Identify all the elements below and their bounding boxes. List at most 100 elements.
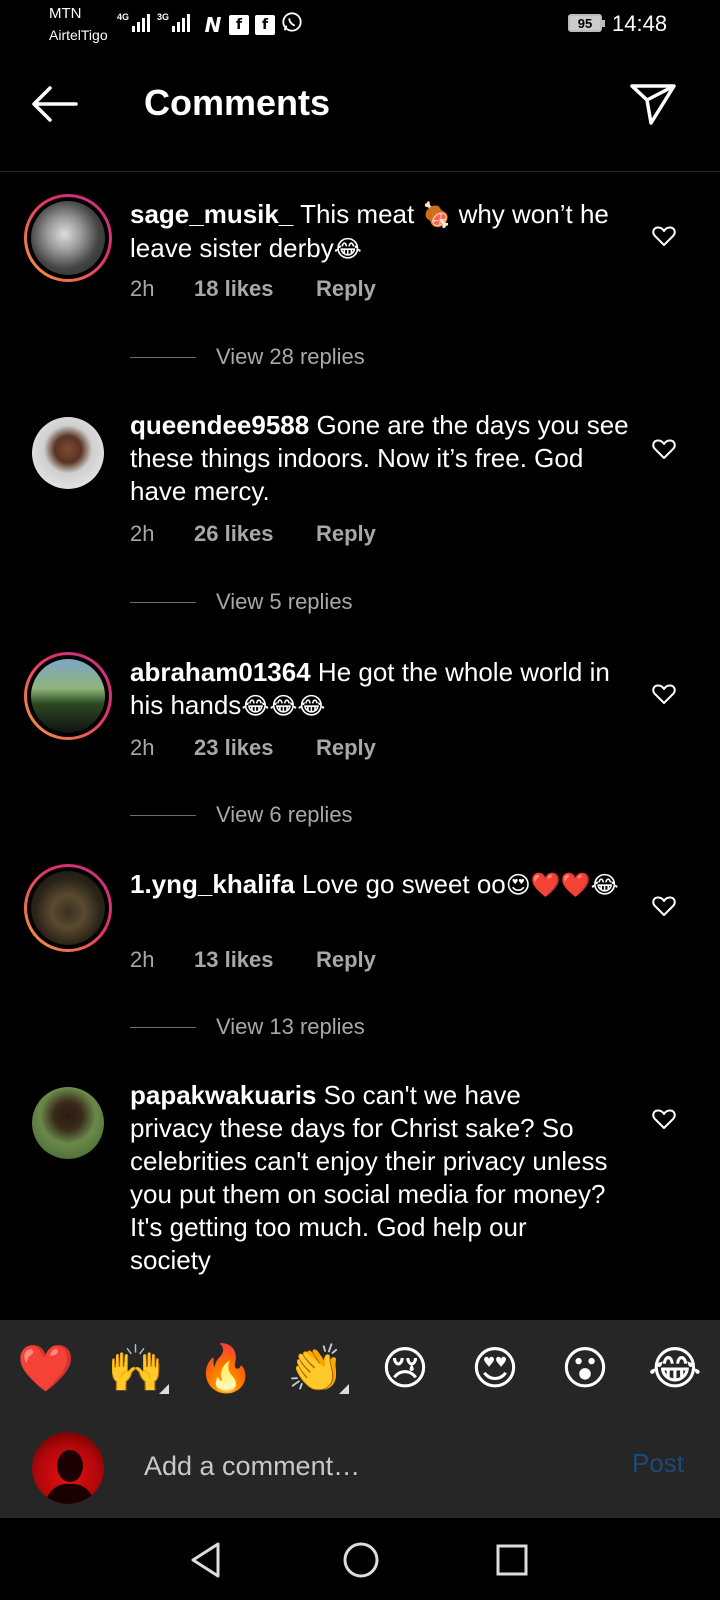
quick-reactions-bar: ❤️ 🙌 🔥 👏 😢 😍 😮 😂 [0, 1320, 720, 1414]
divider [130, 356, 196, 358]
view-replies-button[interactable]: View 5 replies [130, 589, 353, 615]
nav-recents-button[interactable] [490, 1538, 534, 1582]
facebook-icon: f [229, 14, 249, 35]
raising-hands-icon: 🙌 [107, 1341, 165, 1395]
comment-text: queendee9588 Gone are the days you see t… [130, 409, 630, 508]
post-button[interactable]: Post [632, 1448, 684, 1479]
comment-body: Love go sweet oo [294, 869, 506, 899]
battery-icon: 95 [568, 14, 605, 32]
triangle-back-icon [191, 1542, 220, 1578]
signal-icon: 4G [117, 12, 151, 32]
meat-emoji: 🍖 [421, 201, 452, 229]
circle-home-icon [343, 1542, 379, 1578]
red-heart-reaction[interactable]: ❤️ [17, 1340, 74, 1396]
view-replies-label: View 5 replies [216, 589, 353, 614]
like-button[interactable] [648, 220, 680, 252]
like-button[interactable] [648, 890, 680, 922]
divider [130, 814, 196, 816]
view-replies-label: View 13 replies [216, 1014, 365, 1039]
comment-text: papakwakuaris So can't we have privacy t… [130, 1079, 610, 1277]
comment-meta: 2h 18 likes Reply [130, 276, 376, 302]
user-silhouette-icon [44, 1450, 96, 1504]
laughing-emoji: 😂😂😂 [241, 692, 326, 720]
facebook-icon: f [255, 14, 275, 35]
love-emoji: 😍❤️❤️😂 [505, 871, 619, 899]
comment-meta: 2h 26 likes Reply [130, 521, 376, 547]
view-replies-button[interactable]: View 13 replies [130, 1014, 365, 1040]
back-button[interactable] [28, 82, 80, 126]
netflix-icon: N [204, 12, 222, 37]
likes-count[interactable]: 13 likes [194, 947, 316, 973]
comment-username[interactable]: 1.yng_khalifa [130, 869, 295, 899]
comment-username[interactable]: sage_musik_ [130, 199, 293, 229]
heart-eyes-reaction[interactable]: 😍 [467, 1340, 523, 1396]
avatar[interactable] [24, 864, 112, 952]
share-button[interactable] [628, 80, 678, 128]
divider [130, 1026, 196, 1028]
comment-username[interactable]: papakwakuaris [130, 1080, 316, 1110]
nav-home-button[interactable] [339, 1538, 383, 1582]
likes-count[interactable]: 23 likes [194, 735, 316, 761]
signal-icon-secondary: 3G [157, 12, 191, 32]
comment-username[interactable]: abraham01364 [130, 657, 311, 687]
clock: 14:48 [612, 11, 668, 36]
fire-reaction[interactable]: 🔥 [197, 1340, 254, 1396]
reply-button[interactable]: Reply [316, 276, 376, 302]
likes-count[interactable]: 26 likes [194, 521, 316, 547]
system-navigation-bar [0, 1518, 720, 1600]
heart-icon [652, 1109, 676, 1129]
laughing-emoji: 😂 [333, 235, 362, 263]
view-replies-label: View 6 replies [216, 802, 353, 827]
like-button[interactable] [648, 433, 680, 465]
view-replies-label: View 28 replies [216, 344, 365, 369]
comment-text: sage_musik_ This meat 🍖 why won’t he lea… [130, 198, 630, 266]
comment-text: abraham01364 He got the whole world in h… [130, 656, 630, 723]
page-title: Comments [144, 82, 331, 123]
skin-tone-indicator [159, 1384, 169, 1394]
reply-button[interactable]: Reply [316, 521, 376, 547]
square-recents-icon [496, 1544, 528, 1576]
divider [130, 601, 196, 603]
view-replies-button[interactable]: View 6 replies [130, 802, 353, 828]
comment-username[interactable]: queendee9588 [130, 410, 309, 440]
clapping-hands-reaction[interactable]: 👏 [287, 1340, 349, 1396]
comment-body: This meat [293, 199, 422, 229]
avatar[interactable] [32, 417, 104, 489]
view-replies-button[interactable]: View 28 replies [130, 344, 365, 370]
status-bar: MTN AirtelTigo 4G 3G N f f 95 14:48 [0, 0, 720, 50]
avatar[interactable] [24, 194, 112, 282]
comment-time: 2h [130, 947, 155, 972]
raising-hands-reaction[interactable]: 🙌 [107, 1340, 169, 1396]
carrier-name-primary: MTN [49, 5, 82, 22]
reply-button[interactable]: Reply [316, 947, 376, 973]
send-icon [630, 84, 676, 125]
avatar[interactable] [32, 1087, 104, 1159]
add-comment-bar: Post [0, 1414, 720, 1518]
reply-button[interactable]: Reply [316, 735, 376, 761]
whatsapp-icon [281, 11, 303, 38]
avatar[interactable] [24, 652, 112, 740]
heart-icon [652, 439, 676, 459]
heart-icon [652, 684, 676, 704]
like-button[interactable] [648, 1103, 680, 1135]
like-button[interactable] [648, 678, 680, 710]
comment-time: 2h [130, 735, 155, 760]
likes-count[interactable]: 18 likes [194, 276, 316, 302]
clapping-hands-icon: 👏 [287, 1341, 345, 1395]
comment-time: 2h [130, 276, 155, 301]
header: Comments [0, 62, 720, 172]
comment-text: 1.yng_khalifa Love go sweet oo😍❤️❤️😂 [130, 868, 630, 902]
comment-input[interactable] [144, 1444, 584, 1488]
heart-icon [652, 896, 676, 916]
skin-tone-indicator [339, 1384, 349, 1394]
surprised-face-reaction[interactable]: 😮 [557, 1340, 613, 1396]
back-arrow-icon [32, 86, 78, 122]
laughing-reaction[interactable]: 😂 [647, 1340, 703, 1396]
comments-list[interactable]: sage_musik_ This meat 🍖 why won’t he lea… [0, 172, 720, 1320]
carrier-name-secondary: AirtelTigo [49, 27, 108, 43]
notification-icons: N f f [203, 11, 303, 38]
comment-meta: 2h 23 likes Reply [130, 735, 376, 761]
nav-back-button[interactable] [184, 1538, 228, 1582]
heart-icon [652, 226, 676, 246]
crying-face-reaction[interactable]: 😢 [377, 1340, 433, 1396]
